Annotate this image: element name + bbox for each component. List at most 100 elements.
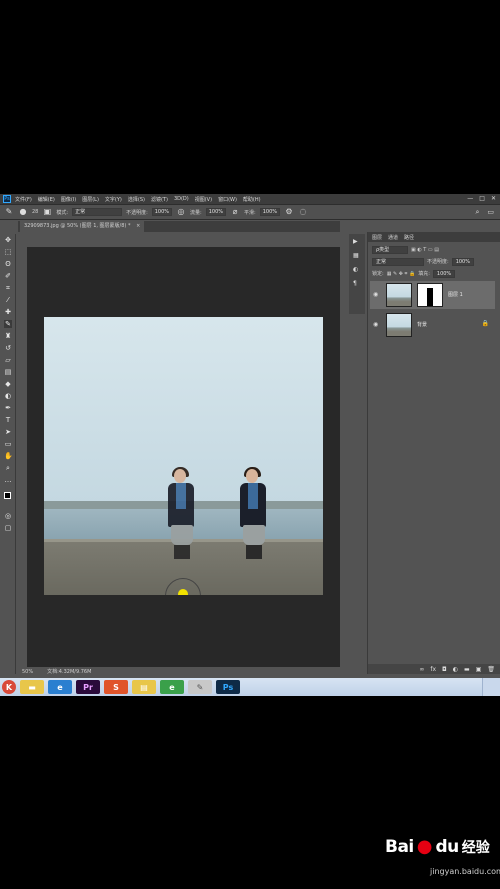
layer-name[interactable]: 背景 <box>417 321 427 328</box>
menu-window[interactable]: 窗口(W) <box>218 196 237 203</box>
quick-mask-icon[interactable]: ◎ <box>4 512 12 520</box>
brush-preset-icon[interactable]: ● <box>18 207 28 217</box>
tab-layers[interactable]: 图层 <box>372 234 382 241</box>
pressure-size-icon[interactable]: ◌ <box>298 207 308 217</box>
fx-icon[interactable]: fx <box>430 666 436 673</box>
link-icon[interactable]: ∞ <box>419 666 424 673</box>
tab-channels[interactable]: 通道 <box>388 234 398 241</box>
pressure-opacity-icon[interactable]: ◎ <box>176 207 186 217</box>
menu-select[interactable]: 选择(S) <box>128 196 145 203</box>
eyedropper-tool-icon[interactable]: ⁄ <box>4 296 12 304</box>
opacity-field[interactable]: 100% <box>151 208 173 216</box>
explorer-icon[interactable]: ▤ <box>132 680 156 694</box>
menu-filter[interactable]: 滤镜(T) <box>151 196 168 203</box>
quick-select-tool-icon[interactable]: ✐ <box>4 272 12 280</box>
adjustments-panel-icon[interactable]: ◐ <box>353 266 358 273</box>
premiere-icon[interactable]: Pr <box>76 680 100 694</box>
search-icon[interactable]: ⌕ <box>475 208 479 217</box>
visibility-eye-icon[interactable]: ◉ <box>373 291 378 298</box>
lasso-tool-icon[interactable]: ʘ <box>4 260 12 268</box>
folder-app-icon[interactable]: ▬ <box>20 680 44 694</box>
document-tab[interactable]: 32909873.jpg @ 50% (图层 1, 图层蒙版/8) * × <box>20 221 145 232</box>
menu-help[interactable]: 帮助(H) <box>243 196 261 203</box>
new-layer-icon[interactable]: ▣ <box>476 666 482 673</box>
visibility-eye-icon[interactable]: ◉ <box>373 321 378 328</box>
zoom-tool-icon[interactable]: ⌕ <box>4 464 12 472</box>
screen-mode-icon[interactable]: ▢ <box>4 524 12 532</box>
flow-field[interactable]: 100% <box>205 208 227 216</box>
photoshop-taskbar-icon[interactable]: Ps <box>216 680 240 694</box>
menu-3d[interactable]: 3D(D) <box>174 196 189 202</box>
filter-icons[interactable]: ▣ ◐ T ▭ ▤ <box>411 247 439 253</box>
folder-icon[interactable]: ▬ <box>464 666 470 673</box>
stamp-tool-icon[interactable]: ♜ <box>4 332 12 340</box>
s-app-icon[interactable]: S <box>104 680 128 694</box>
maximize-icon[interactable]: □ <box>479 195 485 203</box>
path-select-tool-icon[interactable]: ➤ <box>4 428 12 436</box>
settings-gear-icon[interactable]: ⚙ <box>284 207 294 217</box>
fill-field[interactable]: 100% <box>432 269 456 278</box>
pen-tool-icon[interactable]: ✒ <box>4 404 12 412</box>
menu-type[interactable]: 文字(Y) <box>105 196 122 203</box>
k-app-icon[interactable]: K <box>2 680 16 694</box>
menu-view[interactable]: 视图(V) <box>195 196 212 203</box>
menu-edit[interactable]: 编辑(E) <box>38 196 55 203</box>
close-icon[interactable]: ✕ <box>491 195 496 203</box>
brush-tool-active-icon[interactable]: ✎ <box>4 320 12 328</box>
menu-file[interactable]: 文件(F) <box>15 196 32 203</box>
layer-filter-select[interactable]: ρ类型 <box>372 245 408 254</box>
history-brush-icon[interactable]: ↺ <box>4 344 12 352</box>
blur-tool-icon[interactable]: ◆ <box>4 380 12 388</box>
gradient-tool-icon[interactable]: ▤ <box>4 368 12 376</box>
layer-mask-thumbnail[interactable] <box>417 283 443 307</box>
mask-icon[interactable]: ◘ <box>442 666 447 673</box>
brush-panel-icon[interactable]: ▣ <box>42 207 52 217</box>
ie-icon[interactable]: e <box>48 680 72 694</box>
lock-icons[interactable]: ▦ ✎ ✥ ⌗ 🔒 <box>387 271 416 277</box>
menu-image[interactable]: 图像(I) <box>61 196 76 203</box>
system-tray[interactable] <box>482 678 500 696</box>
marquee-tool-icon[interactable]: ⬚ <box>4 248 12 256</box>
layer-thumbnail[interactable] <box>386 313 412 337</box>
blend-mode-select[interactable]: 正常 <box>372 257 424 266</box>
layer-row-layer1[interactable]: ◉ 图层 1 <box>370 281 495 309</box>
crop-tool-icon[interactable]: ⌗ <box>4 284 12 292</box>
baidu-jingyan-text: 经验 <box>461 839 490 856</box>
minimize-icon[interactable]: — <box>467 195 473 203</box>
foreground-color-swatch[interactable] <box>4 492 11 499</box>
document-image[interactable] <box>44 317 323 595</box>
more-tools-icon[interactable]: … <box>4 476 12 484</box>
layer-thumbnail[interactable] <box>386 283 412 307</box>
layer-name[interactable]: 图层 1 <box>448 291 463 298</box>
mode-select[interactable]: 正常 <box>72 208 123 216</box>
properties-panel-icon[interactable]: ¶ <box>353 280 357 287</box>
opacity-label: 不透明度: <box>126 209 148 216</box>
airbrush-icon[interactable]: ⌀ <box>230 207 240 217</box>
layer-opacity-field[interactable]: 100% <box>451 257 474 266</box>
canvas-area[interactable] <box>27 247 340 667</box>
move-tool-icon[interactable]: ✥ <box>4 236 12 244</box>
type-tool-icon[interactable]: T <box>4 416 12 424</box>
hand-tool-icon[interactable]: ✋ <box>4 452 13 460</box>
menu-layer[interactable]: 图层(L) <box>82 196 99 203</box>
brush-tool-icon[interactable]: ✎ <box>4 207 14 217</box>
click-indicator-dot <box>178 589 188 595</box>
zoom-level[interactable]: 50% <box>22 669 33 675</box>
shape-tool-icon[interactable]: ▭ <box>4 440 12 448</box>
browser-icon[interactable]: e <box>160 680 184 694</box>
workspace-icon[interactable]: ▭ <box>487 208 494 217</box>
document-tab-title: 32909873.jpg @ 50% (图层 1, 图层蒙版/8) * <box>24 223 131 229</box>
paint-icon[interactable]: ✎ <box>188 680 212 694</box>
adjustment-icon[interactable]: ◐ <box>453 666 458 673</box>
smooth-field[interactable]: 100% <box>259 208 281 216</box>
layer-row-background[interactable]: ◉ 背景 🔒 <box>370 311 495 339</box>
tab-close-icon[interactable]: × <box>136 223 140 229</box>
tab-paths[interactable]: 路径 <box>404 234 414 241</box>
eraser-tool-icon[interactable]: ▱ <box>4 356 12 364</box>
dodge-tool-icon[interactable]: ◐ <box>4 392 12 400</box>
layer-filter-row: ρ类型 ▣ ◐ T ▭ ▤ <box>372 245 439 254</box>
trash-icon[interactable]: 🗑 <box>487 666 495 673</box>
healing-tool-icon[interactable]: ✚ <box>4 308 12 316</box>
expand-panels-icon[interactable]: ▶ <box>353 238 358 245</box>
history-panel-icon[interactable]: ▦ <box>353 252 359 259</box>
